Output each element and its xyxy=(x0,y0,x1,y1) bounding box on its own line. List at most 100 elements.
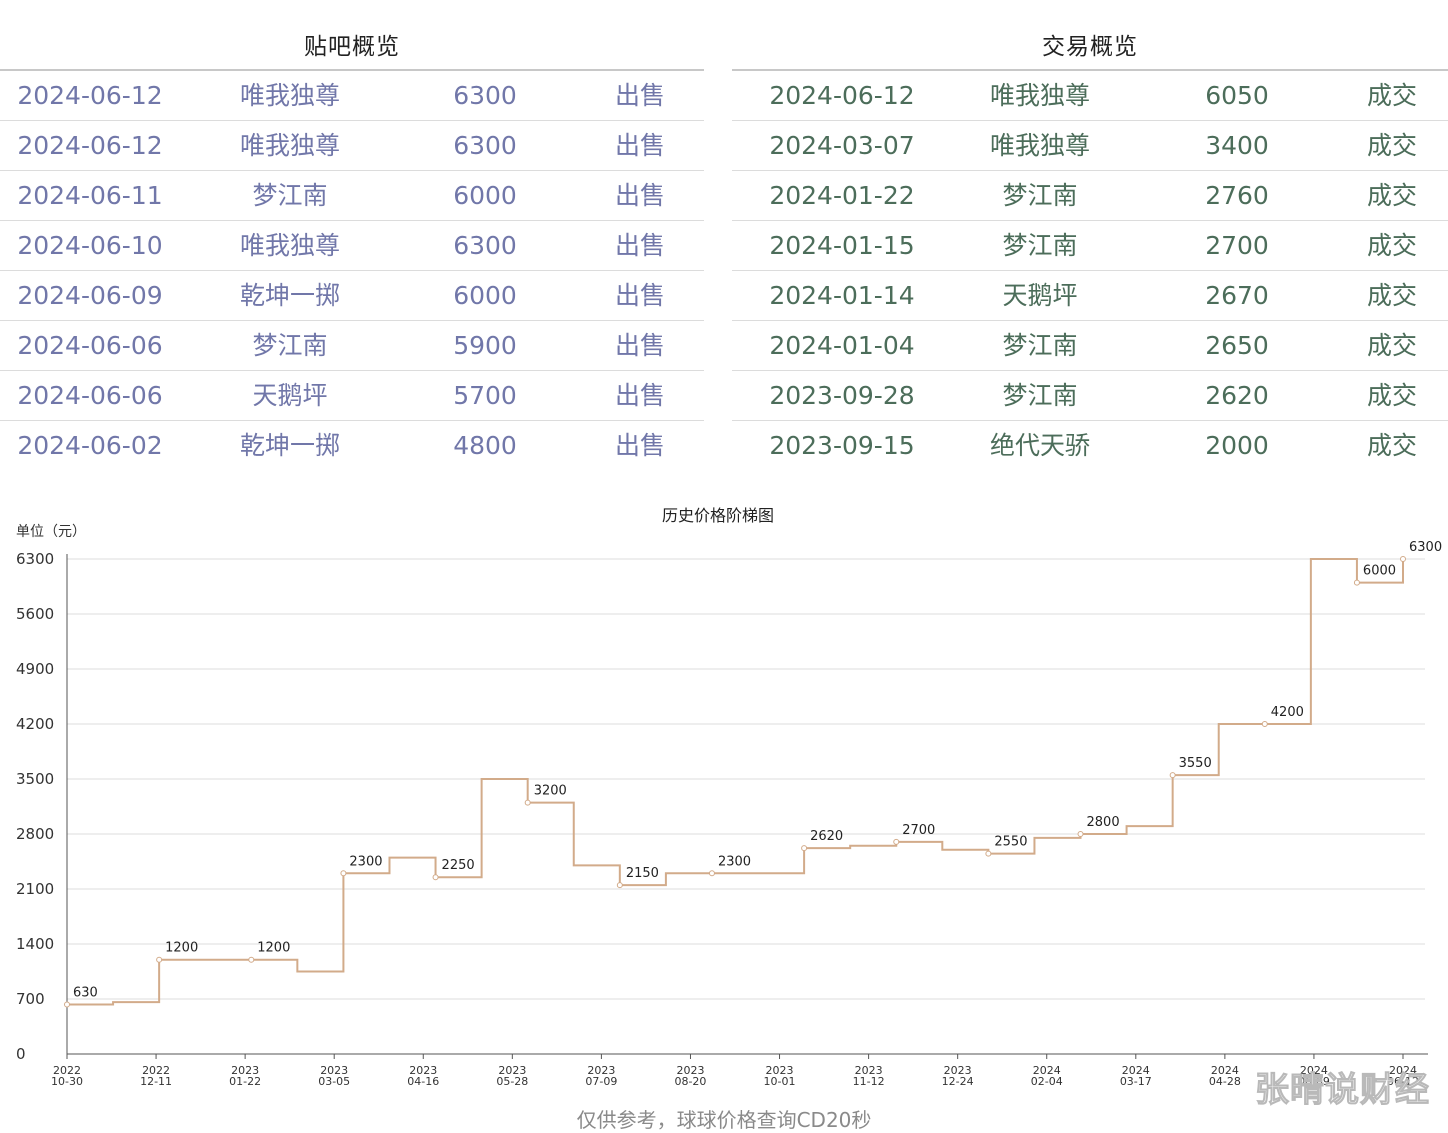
type-cell: 出售 xyxy=(614,181,665,210)
y-axis-title: 单位（元） xyxy=(16,524,86,540)
data-point xyxy=(985,850,992,857)
price-cell: 5900 xyxy=(453,331,517,360)
data-point xyxy=(1261,721,1268,727)
x-tick-date: 08-20 xyxy=(674,1075,706,1088)
date-cell: 2023-09-15 xyxy=(769,431,915,460)
name-cell: 唯我独尊 xyxy=(239,231,340,260)
x-tick-date: 02-04 xyxy=(1031,1075,1063,1088)
price-cell: 2760 xyxy=(1205,181,1269,210)
type-cell: 出售 xyxy=(614,231,665,260)
table-row: 2024-01-14 天鹅坪 2670 成交 xyxy=(732,271,1448,321)
data-label: 630 xyxy=(73,986,98,1001)
tieba-table: 2024-06-12 唯我独尊 6300 出售 2024-06-12 唯我独尊 6300 出售… xyxy=(0,71,704,470)
date-cell: 2024-06-12 xyxy=(769,81,915,110)
price-step-chart: 历史价格阶梯图单位（元） 0 700 1400 2100 2800 3500 4200 4900… xyxy=(16,506,1442,1088)
data-label: 2300 xyxy=(349,854,382,869)
type-cell: 出售 xyxy=(614,131,665,160)
price-cell: 2620 xyxy=(1205,381,1269,410)
x-tick-date: 05-28 xyxy=(496,1075,528,1088)
date-cell: 2024-06-02 xyxy=(17,431,163,460)
date-cell: 2024-01-22 xyxy=(769,181,915,210)
x-tick-date: 10-01 xyxy=(764,1075,796,1088)
name-cell: 唯我独尊 xyxy=(239,131,340,160)
trade-title: 交易概览 xyxy=(732,22,1448,71)
name-cell: 唯我独尊 xyxy=(989,131,1090,160)
data-label: 2800 xyxy=(1087,815,1120,830)
name-cell: 唯我独尊 xyxy=(239,81,340,110)
data-label: 2250 xyxy=(442,858,475,873)
data-point xyxy=(801,845,808,852)
watermark: 张晴说财经 xyxy=(1255,1070,1430,1111)
type-cell: 成交 xyxy=(1366,181,1417,210)
x-tick-date: 04-16 xyxy=(407,1075,439,1088)
table-row: 2024-06-10 唯我独尊 6300 出售 xyxy=(0,221,704,271)
type-cell: 成交 xyxy=(1366,231,1417,260)
data-label: 6000 xyxy=(1363,564,1396,579)
y-tick-label: 5600 xyxy=(16,605,54,623)
chart-title: 历史价格阶梯图 xyxy=(662,506,774,525)
y-tick-label: 4900 xyxy=(16,660,54,678)
data-point xyxy=(616,882,623,889)
data-point xyxy=(1400,556,1406,562)
x-tick-date: 03-17 xyxy=(1120,1075,1152,1088)
type-cell: 出售 xyxy=(614,331,665,360)
price-cell: 6000 xyxy=(453,281,517,310)
trade-table: 2024-06-12 唯我独尊 6050 成交 2024-03-07 唯我独尊 3400 成交… xyxy=(732,71,1448,470)
price-cell: 2650 xyxy=(1205,331,1269,360)
y-tick-label: 2100 xyxy=(16,880,54,898)
price-cell: 6300 xyxy=(453,131,517,160)
y-tick-label: 2800 xyxy=(16,825,54,843)
date-cell: 2024-06-09 xyxy=(17,281,163,310)
type-cell: 成交 xyxy=(1366,281,1417,310)
data-point xyxy=(64,1001,70,1008)
data-point xyxy=(524,799,531,806)
x-tick-date: 10-30 xyxy=(51,1075,83,1088)
date-cell: 2024-03-07 xyxy=(769,131,915,160)
type-cell: 出售 xyxy=(614,381,665,410)
price-cell: 2700 xyxy=(1205,231,1269,260)
data-point xyxy=(1353,579,1360,586)
y-tick-label: 0 xyxy=(16,1045,26,1063)
data-label: 1200 xyxy=(257,941,290,956)
table-row: 2024-06-02 乾坤一掷 4800 出售 xyxy=(0,421,704,470)
table-row: 2024-01-04 梦江南 2650 成交 xyxy=(732,321,1448,371)
table-row: 2024-06-06 天鹅坪 5700 出售 xyxy=(0,371,704,421)
data-label: 3200 xyxy=(534,784,567,799)
date-cell: 2024-06-10 xyxy=(17,231,163,260)
y-tick-label: 6300 xyxy=(16,550,54,568)
data-label: 6300 xyxy=(1409,540,1442,555)
name-cell: 绝代天骄 xyxy=(989,431,1090,460)
table-row: 2024-06-12 唯我独尊 6050 成交 xyxy=(732,71,1448,121)
footer-note: 仅供参考，球球价格查询CD20秒 xyxy=(576,1108,872,1132)
data-point xyxy=(248,956,255,963)
table-row: 2024-06-12 唯我独尊 6300 出售 xyxy=(0,71,704,121)
price-cell: 5700 xyxy=(453,381,517,410)
price-cell: 6300 xyxy=(453,81,517,110)
price-step-line xyxy=(67,558,1404,1006)
date-cell: 2024-01-14 xyxy=(769,281,915,310)
name-cell: 乾坤一掷 xyxy=(239,281,340,310)
date-cell: 2024-06-06 xyxy=(17,331,163,360)
name-cell: 梦江南 xyxy=(1002,231,1078,260)
data-point xyxy=(1077,831,1084,837)
type-cell: 出售 xyxy=(614,281,665,310)
date-cell: 2024-06-11 xyxy=(17,181,163,210)
name-cell: 天鹅坪 xyxy=(252,381,328,410)
x-tick-date: 01-22 xyxy=(229,1075,261,1088)
date-cell: 2024-06-06 xyxy=(17,381,163,410)
x-tick-date: 12-11 xyxy=(140,1075,172,1088)
table-row: 2023-09-15 绝代天骄 2000 成交 xyxy=(732,421,1448,470)
tieba-panel: 贴吧概览 2024-06-12 唯我独尊 6300 出售 2024-06-12 唯我独尊 6… xyxy=(0,22,704,470)
date-cell: 2024-06-12 xyxy=(17,81,163,110)
data-point xyxy=(893,838,900,845)
type-cell: 成交 xyxy=(1366,331,1417,360)
price-cell: 2000 xyxy=(1205,431,1269,460)
data-label: 1200 xyxy=(165,941,198,956)
data-label: 2700 xyxy=(902,823,935,838)
type-cell: 成交 xyxy=(1366,381,1417,410)
table-row: 2024-01-15 梦江南 2700 成交 xyxy=(732,221,1448,271)
data-point xyxy=(708,870,715,877)
data-label: 2150 xyxy=(626,866,659,881)
type-cell: 成交 xyxy=(1366,81,1417,110)
table-row: 2023-09-28 梦江南 2620 成交 xyxy=(732,371,1448,421)
